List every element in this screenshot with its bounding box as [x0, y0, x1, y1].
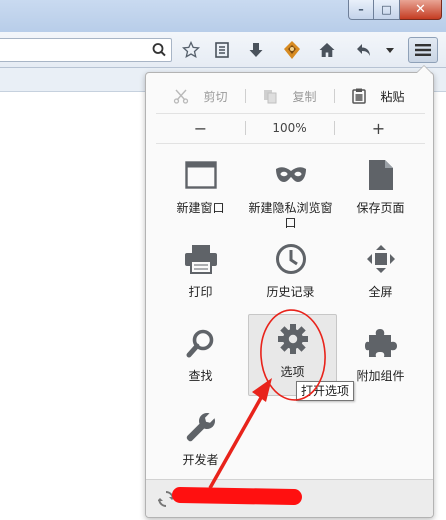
- scissors-icon: [174, 89, 189, 104]
- copy-icon: [264, 90, 277, 104]
- options-tooltip: 打开选项: [296, 381, 355, 401]
- new-window-icon: [184, 161, 217, 189]
- clipboard-icon: [352, 88, 367, 104]
- cut-button[interactable]: 剪切: [156, 81, 245, 111]
- puzzle-icon: [364, 329, 397, 357]
- tile-label: 开发者: [182, 453, 219, 467]
- paste-label: 粘贴: [380, 89, 405, 104]
- maximize-button[interactable]: □: [374, 0, 400, 20]
- private-mask-icon: [275, 167, 306, 182]
- zoom-reset-button[interactable]: 100%: [245, 115, 334, 141]
- copy-label: 复制: [292, 89, 317, 104]
- tile-save-page[interactable]: 保存页面: [336, 151, 425, 235]
- tile-history[interactable]: 历史记录: [246, 235, 335, 319]
- addon-icon[interactable]: [282, 41, 302, 59]
- redacted-account: [171, 486, 303, 506]
- wrench-icon: [186, 413, 215, 442]
- main-menu-panel: 剪切 复制 粘贴 − 100% + 新建窗口 新建隐私浏览窗口 保存页面 打印 …: [145, 65, 434, 518]
- tile-label: 保存页面: [356, 201, 405, 215]
- printer-icon: [184, 245, 217, 274]
- bookmark-star-icon[interactable]: [181, 41, 201, 59]
- download-icon[interactable]: [246, 41, 266, 59]
- search-input[interactable]: [0, 39, 137, 61]
- tile-label: 新建隐私浏览窗口: [248, 201, 333, 230]
- tile-label: 选项: [280, 365, 305, 379]
- clock-icon: [275, 244, 306, 274]
- close-button[interactable]: ✕: [400, 0, 442, 20]
- dropdown-icon[interactable]: [380, 41, 400, 59]
- tile-label: 查找: [188, 369, 213, 383]
- tile-find[interactable]: 查找: [156, 319, 245, 403]
- zoom-out-button[interactable]: −: [156, 115, 245, 141]
- zoom-in-button[interactable]: +: [334, 115, 423, 141]
- tile-print[interactable]: 打印: [156, 235, 245, 319]
- back-icon[interactable]: [354, 41, 374, 59]
- divider: [156, 113, 425, 114]
- zoom-controls: − 100% +: [156, 115, 425, 141]
- search-icon[interactable]: [151, 42, 167, 58]
- paste-button[interactable]: 粘贴: [334, 81, 423, 111]
- window-controls: – □ ✕: [348, 0, 442, 20]
- sync-footer: [146, 479, 433, 517]
- magnifier-icon: [186, 329, 213, 358]
- tile-label: 打印: [188, 285, 213, 299]
- window-titlebar: – □ ✕: [0, 0, 446, 32]
- tile-fullscreen[interactable]: 全屏: [336, 235, 425, 319]
- fullscreen-icon: [366, 245, 395, 273]
- save-page-icon: [368, 160, 393, 190]
- gear-icon: [277, 324, 308, 354]
- home-icon[interactable]: [317, 41, 337, 59]
- edit-controls: 剪切 复制 粘贴: [156, 81, 425, 111]
- divider: [156, 143, 425, 144]
- copy-button[interactable]: 复制: [245, 81, 334, 111]
- menu-button[interactable]: [408, 37, 438, 63]
- navigation-toolbar: [0, 32, 446, 68]
- tile-new-window[interactable]: 新建窗口: [156, 151, 245, 235]
- tile-developer[interactable]: 开发者: [156, 403, 245, 487]
- cut-label: 剪切: [203, 89, 228, 104]
- tile-label: 新建窗口: [176, 201, 225, 215]
- tile-private-window[interactable]: 新建隐私浏览窗口: [246, 151, 335, 235]
- tile-label: 历史记录: [266, 285, 315, 299]
- tile-label: 全屏: [368, 285, 393, 299]
- reading-list-icon[interactable]: [212, 41, 232, 59]
- minimize-button[interactable]: –: [348, 0, 374, 20]
- hamburger-menu-icon: [415, 44, 431, 56]
- search-bar[interactable]: [0, 38, 172, 62]
